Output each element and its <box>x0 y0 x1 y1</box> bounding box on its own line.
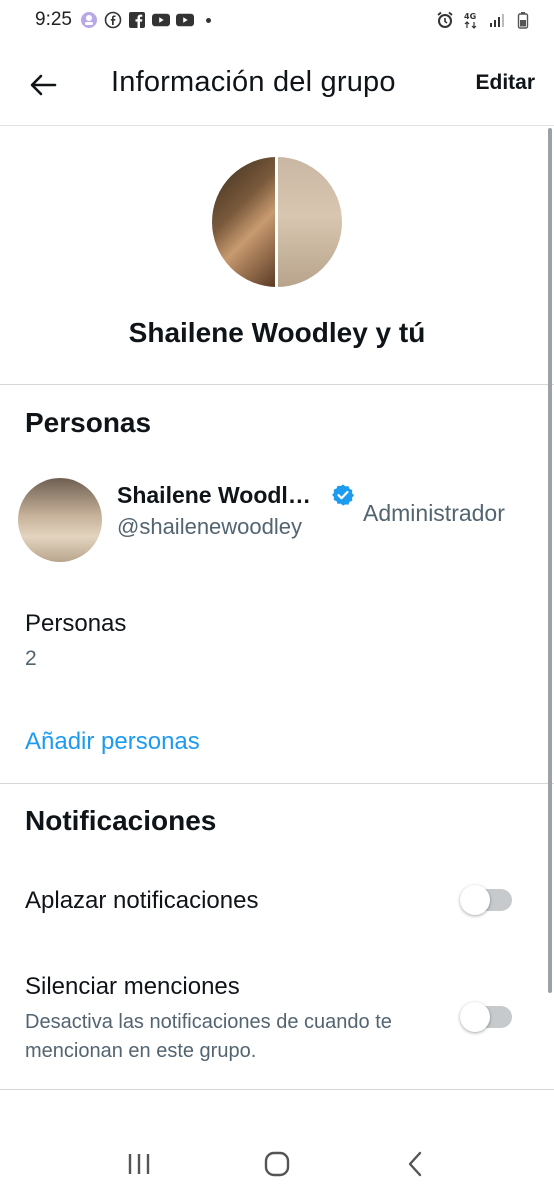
svg-text:4G: 4G <box>464 12 476 21</box>
scrollbar[interactable] <box>548 128 552 993</box>
member-role: Administrador <box>363 500 505 526</box>
group-hero: Shailene Woodley y tú <box>0 127 554 385</box>
group-avatar-photo-right <box>278 157 342 287</box>
chevron-left-icon <box>408 1151 422 1177</box>
recents-button[interactable] <box>119 1144 159 1184</box>
edit-button[interactable]: Editar <box>475 71 535 95</box>
people-count-label: Personas <box>25 610 127 637</box>
alarm-icon <box>436 11 454 29</box>
network-4g-icon: 4G <box>462 11 480 29</box>
facebook-icon <box>128 11 146 29</box>
section-divider <box>0 783 554 784</box>
system-navigation-bar <box>0 1128 554 1200</box>
toggle-knob <box>460 1002 490 1032</box>
back-button[interactable] <box>28 70 58 100</box>
member-handle: @shailenewoodley <box>117 514 303 539</box>
messenger-icon <box>80 11 98 29</box>
group-avatar[interactable] <box>212 157 342 287</box>
mute-mentions-description: Desactiva las notificaciones de cuando t… <box>25 1011 392 1062</box>
top-app-bar: Información del grupo Editar <box>0 40 554 126</box>
notifications-section-title: Notificaciones <box>25 805 217 836</box>
signal-icon <box>488 11 506 29</box>
page-title: Información del grupo <box>111 66 396 98</box>
add-people-link[interactable]: Añadir personas <box>25 728 200 756</box>
snooze-notifications-toggle[interactable] <box>460 885 512 915</box>
arrow-left-icon <box>30 74 57 96</box>
battery-icon <box>514 11 532 29</box>
youtube-icon-2 <box>175 11 194 29</box>
section-divider <box>0 1089 554 1090</box>
avatar[interactable] <box>18 478 102 562</box>
mute-mentions-toggle[interactable] <box>460 1002 512 1032</box>
home-icon <box>264 1151 290 1177</box>
group-name: Shailene Woodley y tú <box>128 317 426 348</box>
recents-icon <box>128 1154 150 1174</box>
people-section-title: Personas <box>25 407 152 438</box>
verified-badge-icon <box>332 484 354 506</box>
system-icons: 4G <box>436 11 532 29</box>
nav-back-button[interactable] <box>395 1144 435 1184</box>
notification-icons <box>80 11 211 29</box>
member-row[interactable]: Shailene Woodl… @shailenewoodley Adminis… <box>0 475 554 567</box>
member-name: Shailene Woodl… <box>117 482 311 508</box>
group-avatar-photo-left <box>212 157 275 287</box>
status-bar: 9:25 4G <box>0 0 554 40</box>
more-notifications-dot-icon <box>205 17 211 23</box>
home-button[interactable] <box>257 1144 297 1184</box>
youtube-icon <box>151 11 170 29</box>
snooze-notifications-label: Aplazar notificaciones <box>25 887 259 914</box>
status-time: 9:25 <box>35 9 72 30</box>
toggle-knob <box>460 885 490 915</box>
people-count-value: 2 <box>25 647 37 670</box>
mute-mentions-label: Silenciar menciones <box>25 973 240 1000</box>
facebook-outline-icon <box>104 11 122 29</box>
